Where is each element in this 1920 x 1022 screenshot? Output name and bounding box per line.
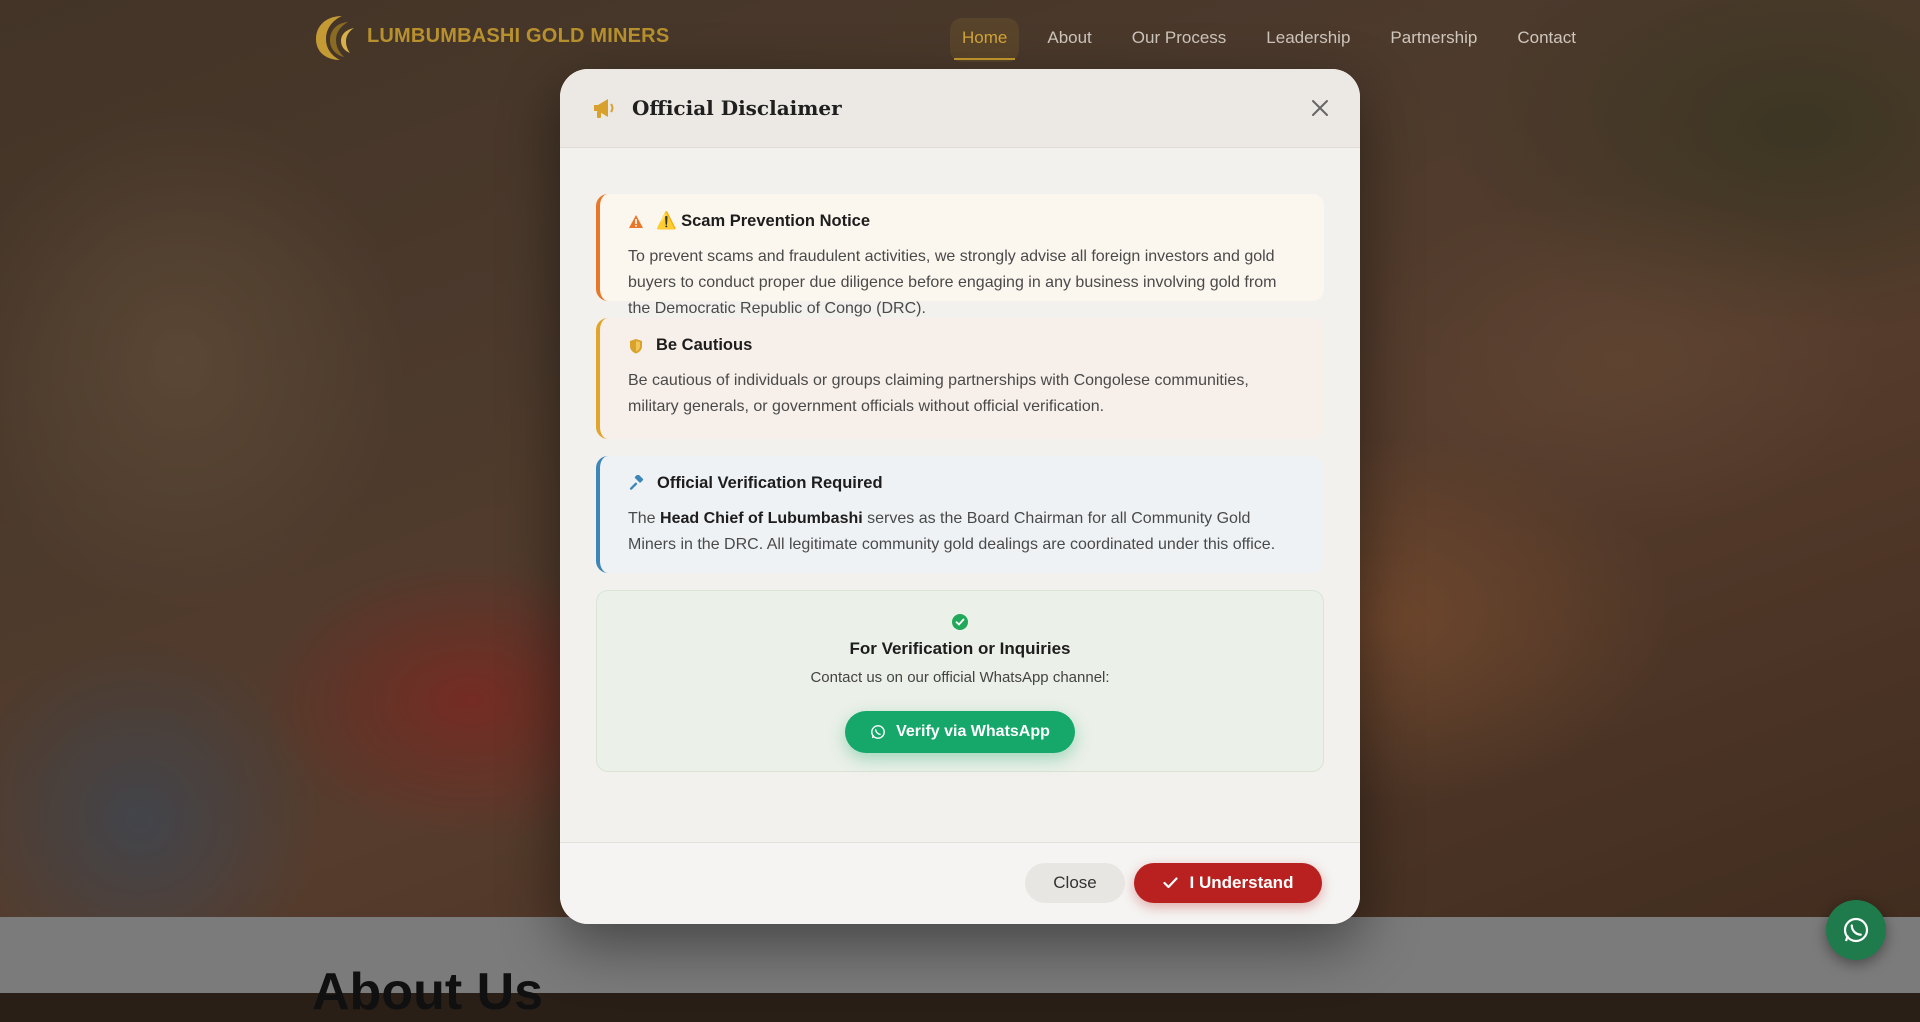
floating-whatsapp-button[interactable] xyxy=(1826,900,1886,960)
verify-whatsapp-button[interactable]: Verify via WhatsApp xyxy=(845,711,1075,753)
modal-title: Official Disclaimer xyxy=(632,96,842,120)
whatsapp-icon xyxy=(1843,917,1869,943)
nav-link-contact[interactable]: Contact xyxy=(1517,24,1576,52)
close-icon[interactable] xyxy=(1310,98,1330,118)
notice-text: Be cautious of individuals or groups cla… xyxy=(628,372,1249,415)
megaphone-icon xyxy=(594,99,614,118)
i-understand-button[interactable]: I Understand xyxy=(1134,863,1322,903)
modal-footer: Close I Understand xyxy=(560,842,1360,924)
verification-notice: Official Verification Required The Head … xyxy=(596,456,1324,573)
verify-subtitle: Contact us on our official WhatsApp chan… xyxy=(810,669,1110,686)
whatsapp-icon xyxy=(871,725,885,739)
brand-name[interactable]: LUMBUMBASHI GOLD MINERS xyxy=(367,25,669,48)
disclaimer-modal: Official Disclaimer ⚠️ Scam Prevention N… xyxy=(560,69,1360,924)
check-circle-icon xyxy=(952,614,968,630)
nav-link-leadership[interactable]: Leadership xyxy=(1266,24,1350,52)
notice-heading-text: ⚠️ Scam Prevention Notice xyxy=(656,212,871,230)
gavel-icon xyxy=(629,475,644,490)
modal-header: Official Disclaimer xyxy=(560,69,1360,148)
head-chief-emphasis: Head Chief of Lubumbashi xyxy=(660,510,863,527)
nav-link-about[interactable]: About xyxy=(1047,24,1091,52)
verification-box: For Verification or Inquiries Contact us… xyxy=(596,590,1324,772)
nav-link-our-process[interactable]: Our Process xyxy=(1132,24,1226,52)
notice-text-pre: The xyxy=(628,510,661,527)
notice-heading: Official Verification Required xyxy=(628,474,1296,493)
nav-links: Home About Our Process Leadership Partne… xyxy=(949,18,1616,62)
notice-heading-text: Be Cautious xyxy=(656,336,753,354)
scam-prevention-notice: ⚠️ Scam Prevention Notice To prevent sca… xyxy=(596,194,1324,317)
notice-text: The Head Chief of Lubumbashi serves as t… xyxy=(628,506,1296,558)
top-navbar: LUMBUMBASHI GOLD MINERS Home About Our P… xyxy=(0,0,1920,76)
check-icon xyxy=(1162,877,1178,889)
verify-title: For Verification or Inquiries xyxy=(849,639,1071,658)
notice-heading: Be Cautious xyxy=(628,336,1296,355)
notice-text: To prevent scams and fraudulent activiti… xyxy=(628,248,1277,317)
i-understand-label: I Understand xyxy=(1189,873,1294,892)
logo-icon[interactable] xyxy=(312,12,358,62)
warning-icon xyxy=(629,215,643,228)
about-section xyxy=(0,917,1920,993)
be-cautious-notice: Be Cautious Be cautious of individuals o… xyxy=(596,318,1324,439)
notice-heading: ⚠️ Scam Prevention Notice xyxy=(628,212,1296,231)
notice-heading-text: Official Verification Required xyxy=(657,474,883,492)
nav-link-partnership[interactable]: Partnership xyxy=(1390,24,1477,52)
about-title: About Us xyxy=(312,963,544,1021)
shield-icon xyxy=(630,338,642,353)
verify-whatsapp-label: Verify via WhatsApp xyxy=(896,723,1050,740)
modal-body: ⚠️ Scam Prevention Notice To prevent sca… xyxy=(596,194,1324,772)
close-button[interactable]: Close xyxy=(1025,863,1125,903)
nav-link-home[interactable]: Home xyxy=(949,18,1020,62)
